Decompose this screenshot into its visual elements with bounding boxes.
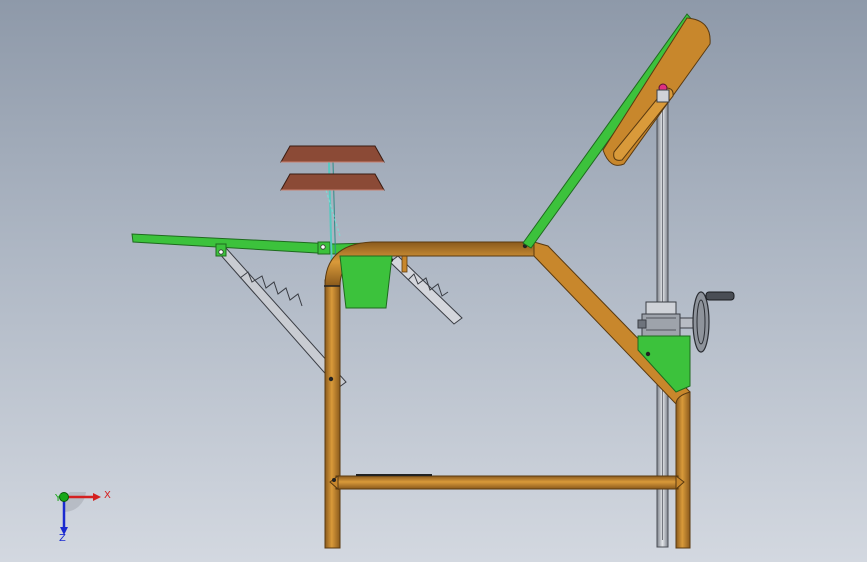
leg-rest-panel: [131, 233, 373, 257]
y-axis-label: Y: [54, 493, 62, 504]
z-axis-label: Z: [59, 533, 66, 544]
backrest: [522, 13, 711, 249]
chair-assembly-drawing: X Y Z: [54, 13, 735, 549]
coordinate-triad: X Y Z: [54, 490, 111, 544]
head-cushions: [280, 145, 385, 191]
cad-viewport[interactable]: X Y Z: [0, 0, 867, 562]
right-small-strut: [389, 251, 463, 325]
x-axis-label: X: [104, 490, 111, 501]
